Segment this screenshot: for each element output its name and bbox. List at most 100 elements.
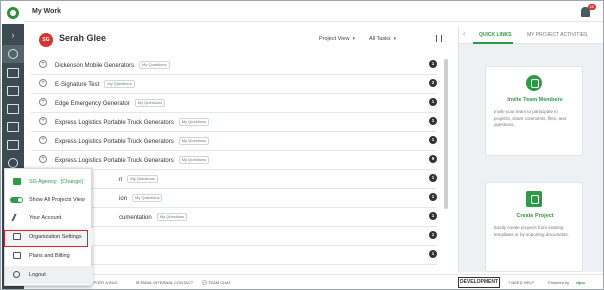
chevron-left-icon[interactable]: ‹ [463, 31, 465, 38]
email-contact-label: EMAIL INTERNAL CONTACT [140, 280, 194, 285]
powered-by-text: Powered by [548, 280, 570, 285]
logout-label: Logout [29, 272, 46, 278]
project-name: Express Logistics Portable Truck Generat… [55, 120, 174, 126]
right-panel-tabs: ‹ QUICK LINKS MY PROJECT ACTIVITIES [459, 26, 603, 44]
logo-mark-icon [7, 7, 19, 19]
card-description: Easily create projects from existing tem… [494, 225, 570, 237]
app-logo[interactable] [2, 2, 24, 24]
power-icon [13, 271, 20, 278]
count-badge: 1 [429, 193, 437, 201]
create-project-icon [526, 191, 542, 207]
my-questions-tag[interactable]: My Questions [104, 80, 135, 88]
expand-plus-icon[interactable]: + [39, 60, 47, 68]
agency-name: SG Agency [29, 179, 57, 185]
expand-plus-icon[interactable]: + [39, 98, 47, 106]
app-window: › My Work 45 SG Serah Glee Project View ▾… [0, 0, 604, 290]
reports-icon[interactable] [7, 140, 19, 150]
card-description: Invite your team to participate in proje… [494, 109, 567, 127]
show-all-toggle[interactable] [10, 197, 23, 203]
project-name: n [119, 177, 123, 183]
my-questions-tag[interactable]: My Questions [178, 156, 210, 164]
invite-team-card[interactable]: Invite Team Members Invite your team to … [485, 66, 583, 156]
project-name: cumentation [119, 215, 152, 221]
change-agency-link[interactable]: [Change] [61, 179, 83, 185]
top-bar: My Work 45 [24, 2, 603, 22]
team-chat-label: TEAM CHAT [208, 280, 231, 285]
project-name: Edge Emergency Generator [55, 101, 130, 107]
menu-item-show-all[interactable]: Show All Projects View [5, 191, 93, 209]
menu-item-agency[interactable]: SG Agency [Change] [5, 173, 93, 191]
project-name: Express Logistics Portable Truck Generat… [55, 139, 174, 145]
list-scrollbar[interactable] [444, 59, 448, 209]
project-name: ion [119, 196, 128, 202]
my-questions-tag[interactable]: My Questions [139, 61, 170, 69]
gauge-icon [8, 49, 18, 59]
expand-arrow-icon[interactable]: › [2, 26, 24, 44]
plans-billing-label: Plans and Billing [29, 253, 70, 259]
card-title[interactable]: Create Project [486, 213, 584, 219]
expand-plus-icon[interactable]: + [39, 155, 47, 163]
list-item[interactable]: + E-Signature Test My Questions 2 [31, 75, 437, 94]
sort-filter-icon[interactable] [436, 35, 442, 42]
count-badge: 1 [429, 174, 437, 182]
documents-icon[interactable] [7, 86, 19, 96]
menu-item-your-account[interactable]: Your Account [5, 209, 93, 227]
count-badge: 2 [429, 79, 437, 87]
menu-item-logout[interactable]: Logout [5, 266, 93, 284]
my-questions-tag[interactable]: My Questions [132, 194, 163, 202]
projects-icon[interactable] [7, 68, 19, 78]
project-name: Express Logistics Portable Truck Generat… [55, 158, 174, 164]
expand-plus-icon[interactable]: + [39, 79, 47, 87]
tab-project-activities[interactable]: MY PROJECT ACTIVITIES [527, 32, 587, 38]
count-badge: 9 [429, 155, 437, 163]
tasks-select-value: All Tasks [369, 36, 391, 42]
active-tab-indicator [473, 42, 513, 44]
need-help-link[interactable]: ? NEED HELP [508, 280, 534, 285]
tasks-select[interactable]: All Tasks ▾ [369, 36, 396, 42]
development-button[interactable]: DEVELOPMENT [458, 277, 500, 288]
need-help-label: NEED HELP [511, 280, 535, 285]
user-dropdown-menu: SG Agency [Change] Show All Projects View… [4, 168, 93, 286]
user-name: Serah Glee [59, 33, 107, 43]
bottom-bar: REPORT A BUG ✉ EMAIL INTERNAL CONTACT 💬 … [24, 274, 603, 289]
chevron-down-icon: ▾ [352, 36, 355, 42]
project-name: Dickenson Mobile Generators [55, 63, 135, 69]
tab-quick-links[interactable]: QUICK LINKS [479, 32, 512, 38]
my-questions-tag[interactable]: My Questions [134, 99, 166, 107]
project-name: E-Signature Test [55, 82, 100, 88]
right-panel: ‹ QUICK LINKS MY PROJECT ACTIVITIES Invi… [458, 26, 603, 272]
wrench-icon [11, 214, 21, 221]
count-badge: 1 [429, 117, 437, 125]
brand-logo[interactable]: rfpio [576, 280, 585, 285]
count-badge: 1 [429, 98, 437, 106]
annotation-highlight-box [4, 230, 88, 247]
team-chat-link[interactable]: 💬 TEAM CHAT [202, 280, 231, 285]
chevron-down-icon: ▾ [393, 36, 397, 42]
count-badge: 1 [429, 212, 437, 220]
show-all-label: Show All Projects View [29, 197, 85, 203]
import-icon[interactable] [7, 104, 19, 114]
avatar: SG [39, 33, 53, 47]
list-item[interactable]: + Express Logistics Portable Truck Gener… [31, 132, 437, 151]
list-item[interactable]: + Edge Emergency Generator My Questions 1 [31, 94, 437, 113]
expand-plus-icon[interactable]: + [39, 136, 47, 144]
count-badge: 1 [429, 231, 437, 239]
my-questions-tag[interactable]: My Questions [178, 137, 210, 145]
list-item[interactable]: + Express Logistics Portable Truck Gener… [31, 113, 437, 132]
view-select[interactable]: Project View ▾ [319, 36, 355, 42]
my-questions-tag[interactable]: My Questions [178, 118, 210, 126]
lightbulb-icon[interactable] [8, 158, 18, 168]
library-icon[interactable] [7, 122, 19, 132]
email-contact-link[interactable]: ✉ EMAIL INTERNAL CONTACT [136, 280, 193, 285]
count-badge: 1 [429, 250, 437, 258]
menu-item-plans-billing[interactable]: Plans and Billing [5, 247, 93, 265]
card-title[interactable]: Invite Team Members [486, 97, 584, 103]
list-item[interactable]: + Dickenson Mobile Generators My Question… [31, 56, 437, 75]
my-questions-tag[interactable]: My Questions [156, 213, 188, 221]
agency-icon [13, 178, 21, 185]
expand-plus-icon[interactable]: + [39, 117, 47, 125]
count-badge: 1 [429, 60, 437, 68]
my-questions-tag[interactable]: My Questions [127, 175, 158, 183]
create-project-card[interactable]: Create Project Easily create projects fr… [485, 182, 583, 272]
credit-card-icon [13, 252, 21, 259]
